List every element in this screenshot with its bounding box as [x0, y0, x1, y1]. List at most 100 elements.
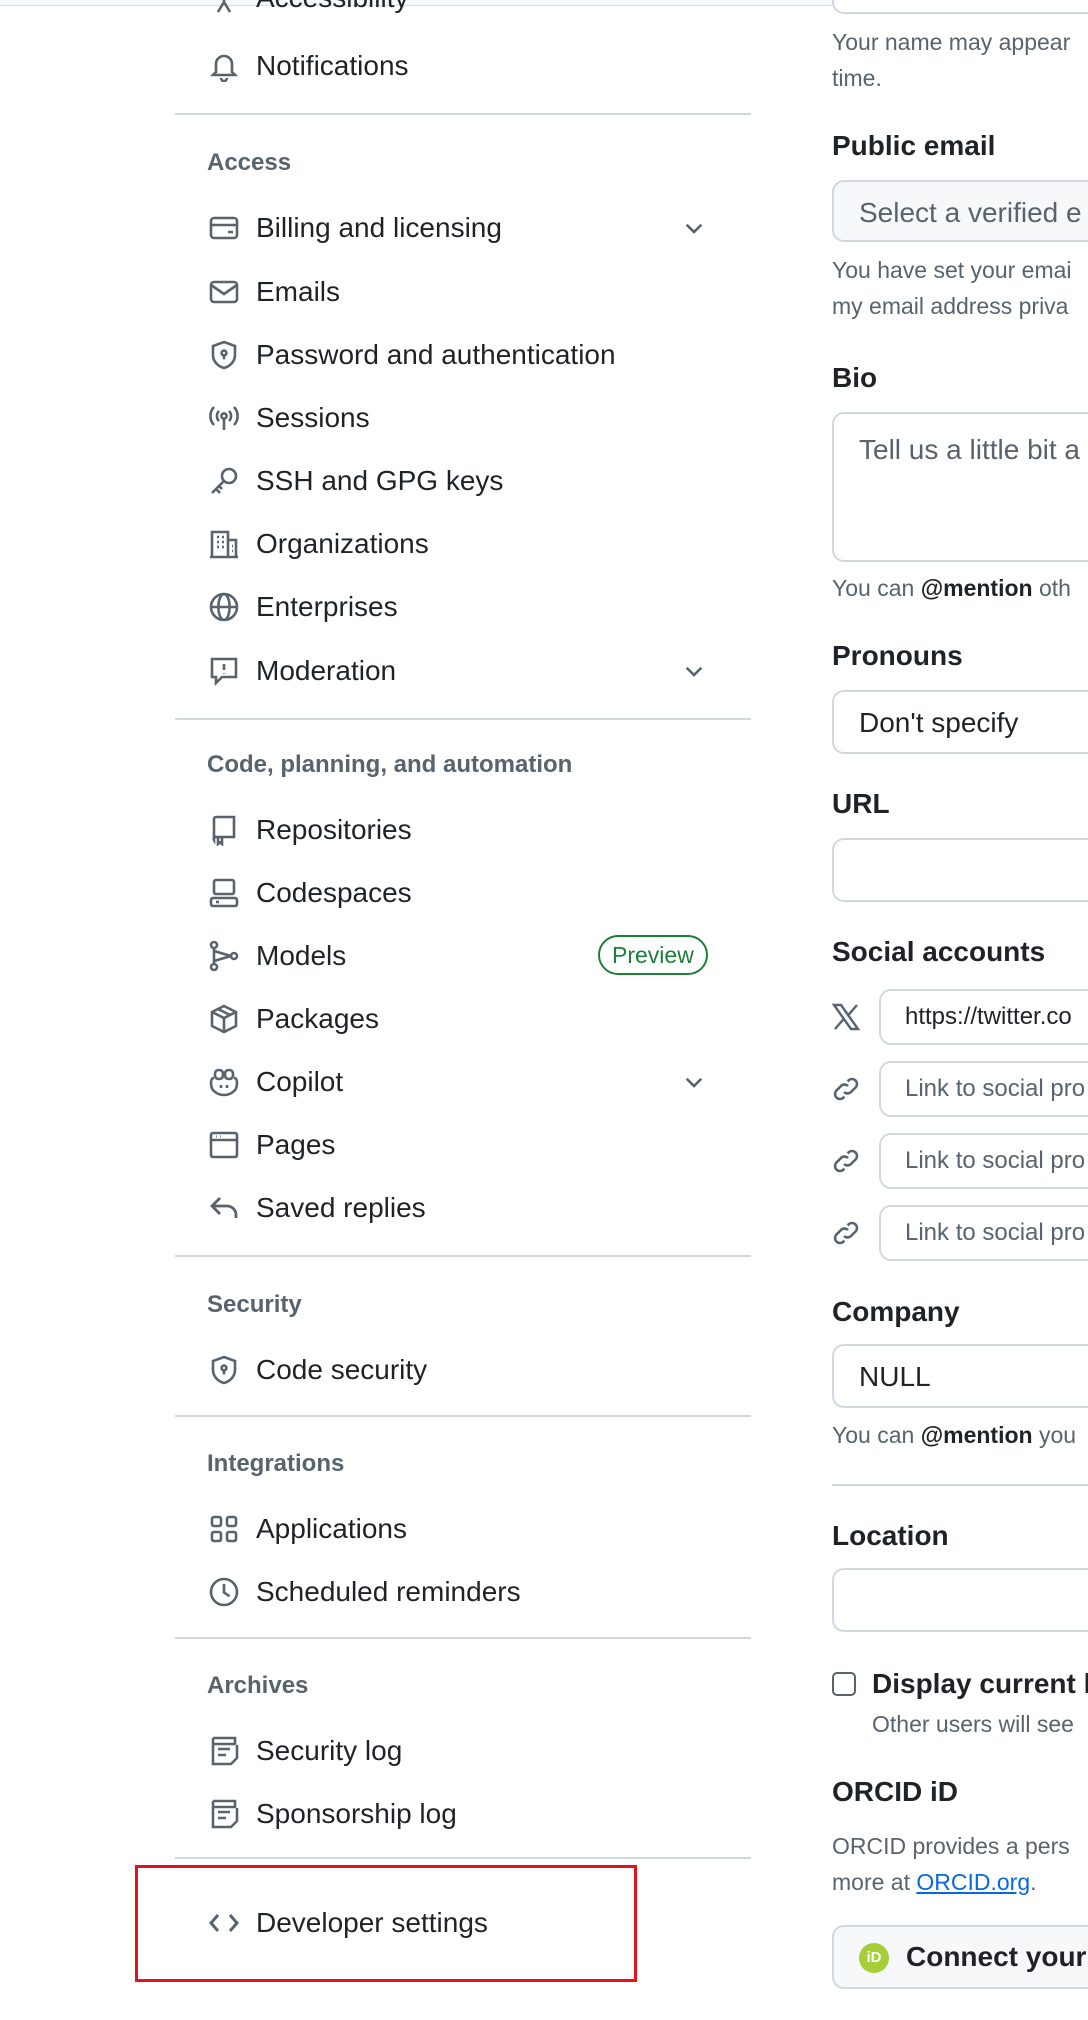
sidebar-item-scheduled-reminders[interactable]: Scheduled reminders [206, 1566, 726, 1618]
pronouns-label: Pronouns [832, 640, 963, 671]
section-heading-archives: Archives [207, 1672, 309, 1699]
sidebar-item-label: Security log [256, 1735, 403, 1766]
section-divider [175, 1857, 751, 1859]
chevron-down-icon[interactable] [676, 1064, 712, 1100]
sidebar-item-organizations[interactable]: Organizations [206, 518, 726, 570]
sidebar-item-label: SSH and GPG keys [256, 465, 504, 496]
sidebar-item-accessibility[interactable]: Accessibility [206, 0, 726, 24]
globe-icon [206, 589, 242, 625]
company-help-text: You can @mention you [832, 1422, 1077, 1448]
sidebar-item-label: Moderation [256, 655, 397, 686]
public-email-help-text-2: my email address priva [832, 293, 1069, 319]
codespaces-icon [206, 875, 242, 911]
orcid-help-text-2: more at ORCID.org. [832, 1869, 1037, 1895]
location-input[interactable] [832, 1568, 1088, 1632]
bell-icon [206, 48, 242, 84]
link-icon [828, 1143, 864, 1179]
accessibility-icon [206, 0, 242, 16]
pronouns-select[interactable]: Don't specify [832, 690, 1088, 754]
repo-icon [206, 812, 242, 848]
bio-label: Bio [832, 362, 878, 393]
highlight-box [135, 1865, 637, 1982]
sidebar-item-enterprises[interactable]: Enterprises [206, 581, 726, 633]
social-link-input-2[interactable]: Link to social pro [879, 1133, 1088, 1189]
public-email-help-text: You have set your emai [832, 257, 1072, 283]
section-divider [175, 113, 751, 115]
shield-lock-icon [206, 337, 242, 373]
social-x-input[interactable]: https://twitter.co [879, 989, 1088, 1045]
sidebar-item-copilot[interactable]: Copilot [206, 1056, 726, 1108]
link-icon [828, 1215, 864, 1251]
orcid-link[interactable]: ORCID.org [916, 1869, 1030, 1895]
sidebar-item-pages[interactable]: Pages [206, 1119, 726, 1171]
sidebar-item-packages[interactable]: Packages [206, 993, 726, 1045]
section-divider [175, 1255, 751, 1257]
shield-lock-icon [206, 1352, 242, 1388]
sidebar-item-repositories[interactable]: Repositories [206, 804, 726, 856]
display-time-help-text: Other users will see [872, 1711, 1074, 1737]
log-icon [206, 1733, 242, 1769]
credit-card-icon [206, 210, 242, 246]
sidebar-item-label: Sponsorship log [256, 1798, 457, 1829]
url-input[interactable] [832, 838, 1088, 902]
sidebar-item-saved-replies[interactable]: Saved replies [206, 1182, 726, 1234]
orcid-label: ORCID iD [832, 1776, 958, 1807]
connect-orcid-label: Connect your [906, 1941, 1087, 1972]
sidebar-item-label: Sessions [256, 402, 370, 433]
sidebar-item-label: Code security [256, 1354, 428, 1385]
chevron-down-icon[interactable] [676, 210, 712, 246]
section-heading-access: Access [207, 149, 292, 176]
sidebar-item-applications[interactable]: Applications [206, 1503, 726, 1555]
social-link-input-3[interactable]: Link to social pro [879, 1205, 1088, 1261]
sidebar-item-label: Enterprises [256, 591, 398, 622]
sidebar-item-label: Password and authentication [256, 339, 616, 370]
sidebar-item-label: Codespaces [256, 877, 412, 908]
sidebar-item-notifications[interactable]: Notifications [206, 40, 726, 92]
bio-placeholder: Tell us a little bit a [859, 434, 1080, 465]
company-label: Company [832, 1296, 960, 1327]
chevron-down-icon[interactable] [676, 653, 712, 689]
company-value: NULL [859, 1361, 931, 1392]
sidebar-item-label: Packages [256, 1003, 379, 1034]
sidebar-item-security-log[interactable]: Security log [206, 1725, 726, 1777]
sidebar-item-moderation[interactable]: Moderation [206, 645, 726, 697]
sidebar-item-billing[interactable]: Billing and licensing [206, 202, 726, 254]
public-email-placeholder: Select a verified e [859, 197, 1082, 228]
browser-icon [206, 1127, 242, 1163]
organization-icon [206, 526, 242, 562]
display-time-checkbox[interactable] [832, 1672, 856, 1696]
public-email-select[interactable]: Select a verified e [832, 180, 1088, 242]
connect-orcid-button[interactable]: iD Connect your [832, 1925, 1088, 1989]
package-icon [206, 1001, 242, 1037]
sidebar-item-code-security[interactable]: Code security [206, 1344, 726, 1396]
sidebar-item-emails[interactable]: Emails [206, 266, 726, 318]
bio-textarea[interactable]: Tell us a little bit a [832, 412, 1088, 562]
sidebar-item-sessions[interactable]: Sessions [206, 392, 726, 444]
sidebar-item-label: Accessibility [256, 0, 408, 14]
copilot-icon [206, 1064, 242, 1100]
company-input[interactable]: NULL [832, 1344, 1088, 1408]
url-label: URL [832, 788, 890, 819]
location-label: Location [832, 1520, 949, 1551]
section-heading-code: Code, planning, and automation [207, 751, 573, 778]
name-input[interactable] [832, 0, 1088, 14]
sidebar-item-models[interactable]: Models Preview [206, 930, 726, 982]
bio-help-text: You can @mention oth [832, 575, 1071, 601]
sidebar-item-label: Copilot [256, 1066, 344, 1097]
sidebar-item-label: Notifications [256, 50, 409, 81]
sidebar-item-label: Pages [256, 1129, 336, 1160]
sidebar-item-codespaces[interactable]: Codespaces [206, 867, 726, 919]
social-x-value: https://twitter.co [905, 1003, 1072, 1030]
social-link-input-1[interactable]: Link to social pro [879, 1061, 1088, 1117]
sidebar-item-label: Billing and licensing [256, 212, 502, 243]
section-heading-security: Security [207, 1291, 302, 1318]
sidebar-item-ssh-gpg[interactable]: SSH and GPG keys [206, 455, 726, 507]
sidebar-item-label: Scheduled reminders [256, 1576, 521, 1607]
orcid-help-text: ORCID provides a pers [832, 1833, 1070, 1859]
sidebar-item-sponsorship-log[interactable]: Sponsorship log [206, 1788, 726, 1840]
section-divider [175, 718, 751, 720]
key-icon [206, 463, 242, 499]
pronouns-value: Don't specify [859, 707, 1019, 738]
broadcast-icon [206, 400, 242, 436]
sidebar-item-password[interactable]: Password and authentication [206, 329, 726, 381]
